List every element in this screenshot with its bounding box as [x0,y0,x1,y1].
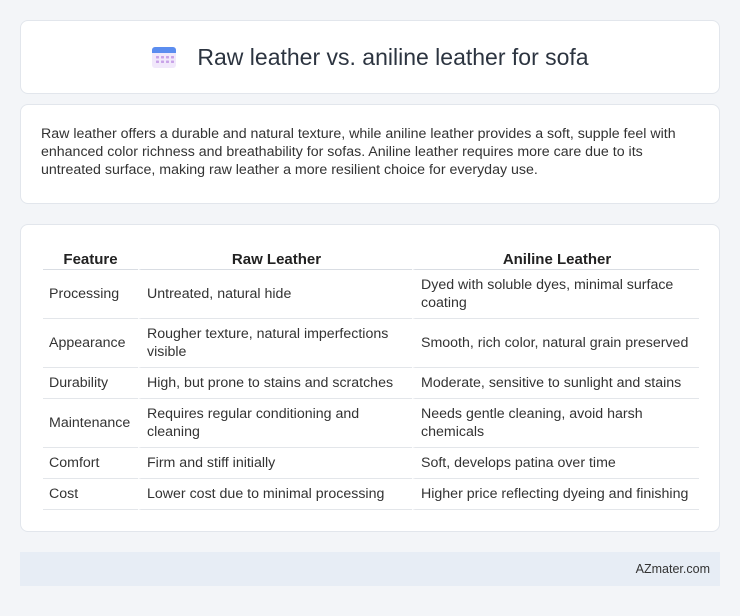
row-aniline-value: Dyed with soluble dyes, minimal surface … [412,270,699,319]
row-feature: Comfort [43,448,138,479]
page-title: Raw leather vs. aniline leather for sofa [197,43,589,70]
table-row: Processing Untreated, natural hide Dyed … [43,270,699,319]
table-header-row: Feature Raw Leather Aniline Leather [43,244,699,270]
column-header-feature: Feature [43,244,138,270]
row-feature: Durability [43,368,138,399]
row-aniline-value: Soft, develops patina over time [412,448,699,479]
row-raw-value: Untreated, natural hide [138,270,412,319]
table-row: Appearance Rougher texture, natural impe… [43,319,699,368]
row-aniline-value: Higher price reflecting dyeing and finis… [412,479,699,510]
column-header-aniline-leather: Aniline Leather [412,244,699,270]
row-feature: Cost [43,479,138,510]
table-row: Comfort Firm and stiff initially Soft, d… [43,448,699,479]
column-header-raw-leather: Raw Leather [138,244,412,270]
summary-card: Raw leather offers a durable and natural… [20,104,720,204]
row-raw-value: Requires regular conditioning and cleani… [138,399,412,448]
comparison-card: Feature Raw Leather Aniline Leather Proc… [20,224,720,532]
table-row: Durability High, but prone to stains and… [43,368,699,399]
row-aniline-value: Needs gentle cleaning, avoid harsh chemi… [412,399,699,448]
table-row: Cost Lower cost due to minimal processin… [43,479,699,510]
row-feature: Appearance [43,319,138,368]
title-card: Raw leather vs. aniline leather for sofa [20,20,720,94]
row-raw-value: Firm and stiff initially [138,448,412,479]
summary-text: Raw leather offers a durable and natural… [41,126,676,178]
row-aniline-value: Moderate, sensitive to sunlight and stai… [412,368,699,399]
comparison-table: Feature Raw Leather Aniline Leather Proc… [43,244,699,510]
row-raw-value: High, but prone to stains and scratches [138,368,412,399]
title-wrap: Raw leather vs. aniline leather for sofa [151,43,589,71]
footer: AZmater.com [20,552,720,586]
footer-source-link[interactable]: AZmater.com [636,562,710,576]
calendar-icon [151,45,177,69]
row-raw-value: Lower cost due to minimal processing [138,479,412,510]
row-aniline-value: Smooth, rich color, natural grain preser… [412,319,699,368]
table-row: Maintenance Requires regular conditionin… [43,399,699,448]
row-raw-value: Rougher texture, natural imperfections v… [138,319,412,368]
row-feature: Processing [43,270,138,319]
row-feature: Maintenance [43,399,138,448]
